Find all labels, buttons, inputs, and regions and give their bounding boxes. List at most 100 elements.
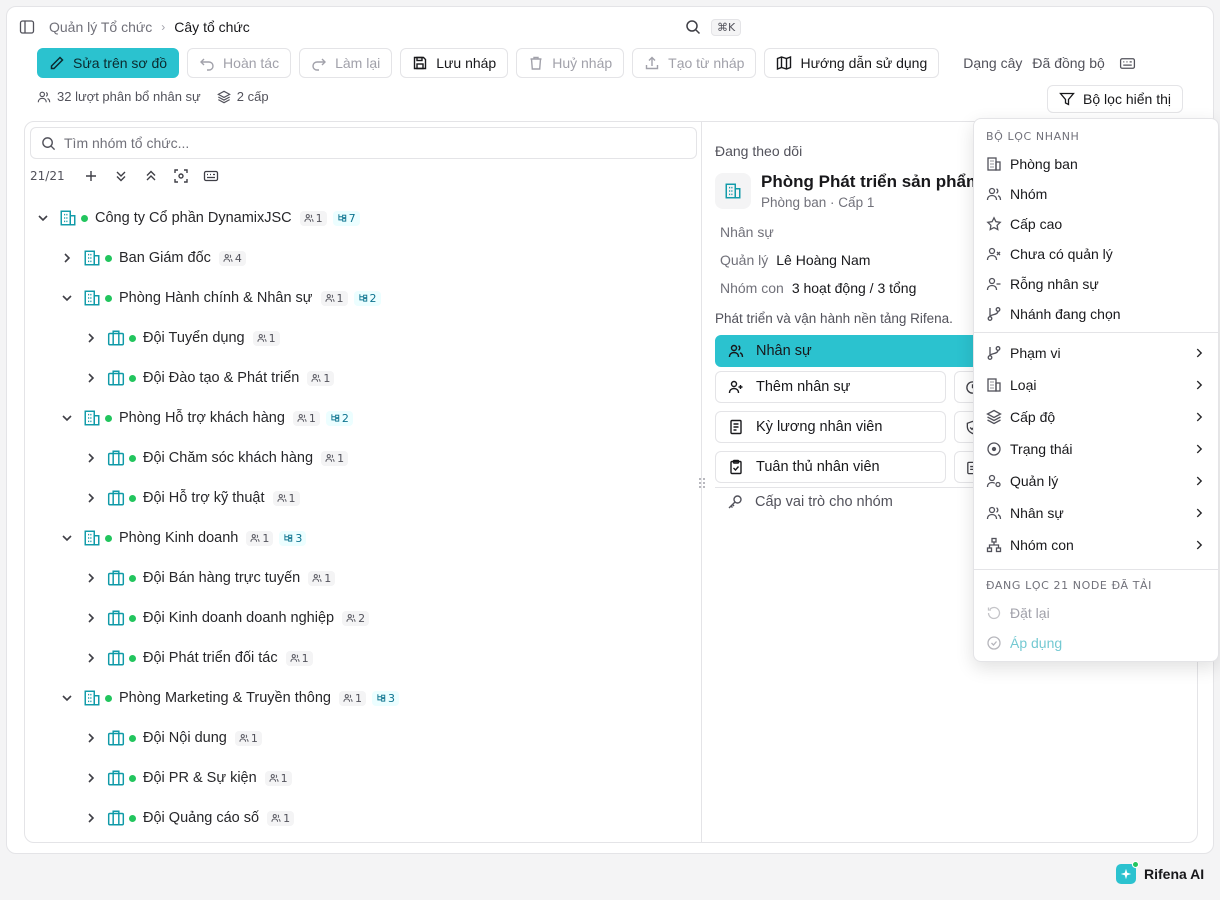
tree-node[interactable]: Đội Hỗ trợ kỹ thuật 1 [25, 478, 701, 518]
discard-draft-button[interactable]: Huỷ nháp [516, 48, 625, 78]
reset-filter-item[interactable]: Đặt lại [974, 598, 1218, 628]
quick-filter-item[interactable]: Nhánh đang chọn [974, 299, 1218, 329]
chevron-down-icon[interactable] [35, 210, 51, 226]
active-status-dot [129, 734, 136, 742]
chevron-right-icon [1192, 410, 1206, 424]
user-guide-button[interactable]: Hướng dẫn sử dụng [764, 48, 940, 78]
tree-node[interactable]: Phòng Marketing & Truyền thông 1 3 [25, 678, 701, 718]
chevron-right-icon[interactable] [83, 650, 99, 666]
chevron-right-icon[interactable] [83, 450, 99, 466]
tree-node[interactable]: Đội Phát triển đối tác 1 [25, 638, 701, 678]
chevron-right-icon[interactable] [83, 330, 99, 346]
breadcrumb-parent[interactable]: Quản lý Tổ chức [49, 19, 152, 35]
tree-node[interactable]: Đội PR & Sự kiện 1 [25, 758, 701, 798]
active-status-dot [81, 214, 88, 222]
add-staff-button[interactable]: Thêm nhân sự [715, 371, 946, 403]
chevron-down-icon[interactable] [59, 410, 75, 426]
team-icon [107, 729, 125, 747]
focus-icon[interactable] [173, 168, 189, 184]
user-cog-icon [986, 474, 1001, 488]
display-filter-button[interactable]: Bộ lọc hiển thị [1047, 85, 1183, 113]
member-count: 1 [315, 211, 323, 225]
view-mode-label[interactable]: Dạng cây [963, 55, 1022, 71]
chevron-right-icon[interactable] [59, 250, 75, 266]
undo-button[interactable]: Hoàn tác [187, 48, 292, 78]
filter-submenu-item[interactable]: Nhân sự [974, 498, 1218, 528]
filter-submenu-item[interactable]: Loại [974, 370, 1218, 400]
tree-node[interactable]: Đội Nội dung 1 [25, 718, 701, 758]
create-from-draft-button[interactable]: Tạo từ nháp [632, 48, 757, 78]
tree-node[interactable]: Công ty Cổ phần DynamixJSC 1 7 [25, 198, 701, 238]
quick-filter-item[interactable]: Rỗng nhân sự [974, 269, 1218, 299]
quick-filter-item[interactable]: Cấp cao [974, 209, 1218, 239]
assign-role-button[interactable]: Cấp vai trò cho nhóm [715, 494, 893, 510]
check-circle-icon [987, 636, 1001, 650]
member-count-badge: 1 [252, 330, 280, 346]
filter-submenu-item[interactable]: Cấp độ [974, 402, 1218, 432]
staff-tab-button[interactable]: Nhân sự [715, 335, 983, 367]
compliance-button[interactable]: Tuân thủ nhân viên [715, 451, 946, 483]
org-search-input[interactable] [64, 135, 664, 151]
collapse-all-icon[interactable] [143, 168, 159, 184]
active-status-dot [105, 414, 112, 422]
add-icon[interactable] [83, 168, 99, 184]
chevron-right-icon[interactable] [83, 810, 99, 826]
keyboard-icon[interactable] [1119, 55, 1136, 72]
filter-submenu-item[interactable]: Trạng thái [974, 434, 1218, 464]
subgroups-row: Nhóm con 3 hoạt động / 3 tổng [720, 280, 916, 296]
tree-node[interactable]: Đội Đào tạo & Phát triển 1 [25, 358, 701, 398]
clipboard-check-icon [730, 459, 742, 475]
subgroup-count-badge: 3 [279, 530, 307, 546]
building-icon [83, 529, 101, 547]
subgroup-count-badge: 3 [372, 690, 399, 706]
tree-node[interactable]: Đội Quảng cáo số 1 [25, 798, 701, 838]
filter-submenu-label: Quản lý [1010, 473, 1059, 489]
apply-filter-item[interactable]: Áp dụng [974, 628, 1218, 658]
chevron-down-icon[interactable] [59, 290, 75, 306]
org-tree: Công ty Cổ phần DynamixJSC 1 7 Ban Giám đốc… [25, 198, 701, 838]
expand-all-icon[interactable] [113, 168, 129, 184]
filter-submenu-item[interactable]: Quản lý [974, 466, 1218, 496]
active-status-dot [129, 654, 136, 662]
keyboard-icon[interactable] [203, 168, 219, 184]
edit-on-chart-button[interactable]: Sửa trên sơ đồ [37, 48, 180, 78]
payroll-label: Kỳ lương nhân viên [756, 419, 883, 435]
team-icon [107, 609, 125, 627]
quick-filter-item[interactable]: Nhóm [974, 179, 1218, 209]
tree-node[interactable]: Phòng Hành chính & Nhân sự 1 2 [25, 278, 701, 318]
chevron-right-icon[interactable] [83, 610, 99, 626]
subgroups-value: 3 hoạt động / 3 tổng [791, 280, 917, 296]
redo-button[interactable]: Làm lại [299, 48, 393, 78]
tree-node[interactable]: Đội Chăm sóc khách hàng 1 [25, 438, 701, 478]
team-icon [107, 809, 125, 827]
quick-filter-item[interactable]: Phòng ban [974, 149, 1218, 179]
rifena-ai-button[interactable]: Rifena AI [1116, 861, 1204, 884]
chevron-down-icon[interactable] [59, 530, 75, 546]
tree-node[interactable]: Ban Giám đốc 4 [25, 238, 701, 278]
filter-submenu-item[interactable]: Phạm vi [974, 338, 1218, 368]
chevron-right-icon[interactable] [83, 570, 99, 586]
quick-filter-item[interactable]: Chưa có quản lý [974, 239, 1218, 269]
chevron-right-icon[interactable] [83, 490, 99, 506]
tree-node-label: Phòng Hành chính & Nhân sự [119, 290, 313, 306]
filter-submenu-item[interactable]: Nhóm con [974, 530, 1218, 560]
save-draft-button[interactable]: Lưu nháp [400, 48, 509, 78]
chevron-right-icon[interactable] [83, 770, 99, 786]
chevron-right-icon[interactable] [83, 370, 99, 386]
tree-node[interactable]: Đội Bán hàng trực tuyến 1 [25, 558, 701, 598]
users-icon [277, 493, 287, 503]
search-icon[interactable] [685, 19, 701, 35]
payroll-button[interactable]: Kỳ lương nhân viên [715, 411, 946, 443]
building-icon [987, 157, 1001, 171]
chevron-right-icon[interactable] [83, 730, 99, 746]
tree-node[interactable]: Đội Tuyển dụng 1 [25, 318, 701, 358]
chevron-down-icon[interactable] [59, 690, 75, 706]
user-x-icon [986, 247, 1001, 261]
tree-node[interactable]: Đội Kinh doanh doanh nghiệp 2 [25, 598, 701, 638]
manager-value[interactable]: Lê Hoàng Nam [776, 252, 870, 268]
tree-node[interactable]: Phòng Hỗ trợ khách hàng 1 2 [25, 398, 701, 438]
sidebar-toggle-icon[interactable] [19, 19, 35, 35]
tree-node-label: Ban Giám đốc [119, 250, 211, 266]
tree-node[interactable]: Phòng Kinh doanh 1 3 [25, 518, 701, 558]
quick-filter-label: Phòng ban [1010, 156, 1078, 172]
